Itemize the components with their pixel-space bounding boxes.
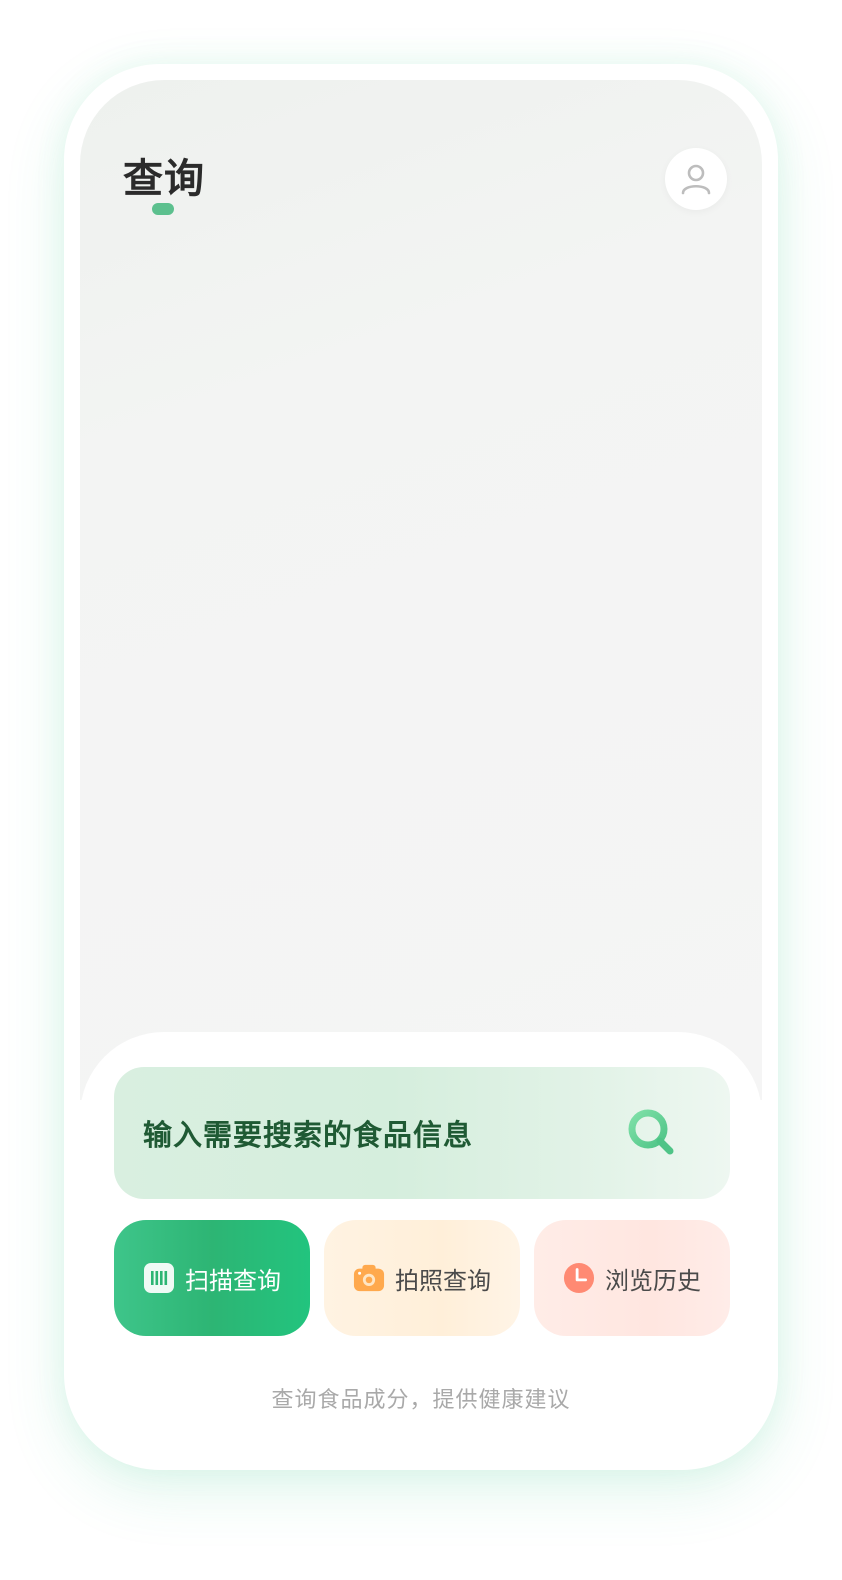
footer-caption: 查询食品成分，提供健康建议 [271,1388,571,1413]
search-placeholder: 输入需要搜索的食品信息 [143,1118,474,1152]
barcode-icon [143,1262,175,1294]
scan-query-button[interactable]: 扫描查询 [114,1220,310,1336]
camera-icon [353,1262,385,1294]
scan-query-label: 扫描查询 [185,1266,281,1295]
search-icon[interactable] [626,1107,678,1159]
photo-query-label: 拍照查询 [395,1266,491,1295]
history-label: 浏览历史 [605,1266,701,1295]
avatar-button[interactable] [665,148,727,210]
main-screen: 查询 [80,80,762,1100]
page-title: 查询 [123,156,205,202]
history-button[interactable]: 浏览历史 [534,1220,730,1336]
user-icon [681,164,711,195]
photo-query-button[interactable]: 拍照查询 [324,1220,520,1336]
clock-icon [563,1262,595,1294]
title-indicator [152,203,174,215]
bottom-panel: 输入需要搜索的食品信息 扫描查询 拍照查询 浏览历史 查询食品成分，提供健康建议 [80,1032,762,1470]
search-bar[interactable]: 输入需要搜索的食品信息 [114,1067,730,1199]
